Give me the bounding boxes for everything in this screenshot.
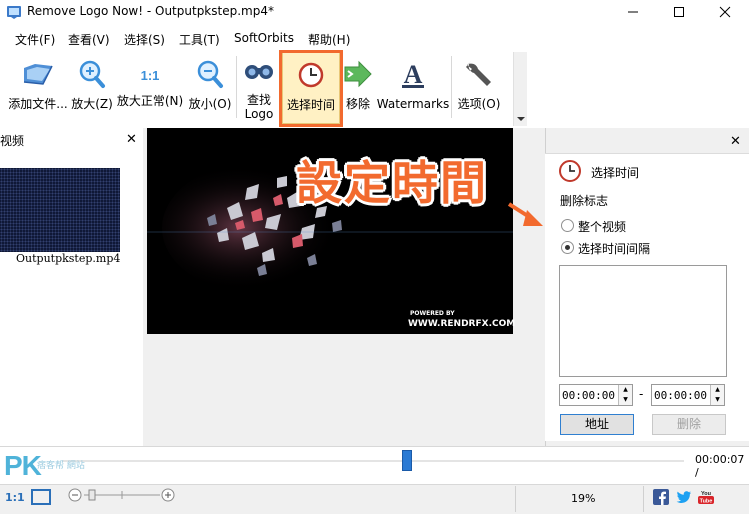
chevron-down-icon	[517, 117, 525, 121]
actual-size-button[interactable]: 1:1	[5, 491, 25, 504]
find-logo-label: 查找 Logo	[244, 93, 274, 121]
video-watermark-label: POWERED BY	[410, 310, 455, 317]
panel-header: 视频	[0, 134, 25, 148]
clock-icon	[559, 160, 581, 182]
zoom-slider[interactable]	[68, 488, 176, 502]
maximize-icon	[674, 7, 684, 17]
add-file-button[interactable]: 添加文件...	[6, 52, 70, 124]
address-button[interactable]: 地址	[560, 414, 634, 435]
timeline-handle[interactable]	[402, 450, 412, 471]
zoom-normal-button[interactable]: 1:1 放大正常(N)	[115, 52, 185, 124]
toolbar: 添加文件... 放大(Z) 1:1 放大正常(N) 放小(O) 查找 Logo	[0, 52, 528, 127]
time-separator: -	[639, 387, 644, 401]
annotation-text: 設定時間	[296, 156, 488, 210]
zoom-percent: 19%	[571, 492, 596, 505]
timeline	[0, 446, 749, 482]
end-time-field[interactable]: 00:00:00 ▲ ▼	[651, 384, 725, 406]
watermark-icon: A	[402, 60, 424, 89]
watermarks-label: Watermarks	[376, 97, 450, 111]
timeline-track[interactable]	[62, 460, 684, 462]
interval-list[interactable]	[559, 265, 727, 377]
video-thumbnail[interactable]	[0, 168, 120, 252]
site-logo: PK	[4, 450, 42, 481]
fit-window-icon[interactable]	[31, 489, 51, 505]
arrow-icon	[344, 60, 372, 88]
radio-time-interval[interactable]	[561, 241, 574, 254]
annotation-arrow-icon	[507, 202, 543, 226]
menu-select[interactable]: 选择(S)	[124, 31, 165, 48]
close-icon	[719, 6, 731, 18]
start-time-stepper[interactable]: ▲ ▼	[618, 385, 632, 405]
video-watermark-site: WWW.RENDRFX.COM	[408, 319, 516, 329]
zoom-normal-label: 放大正常(N)	[116, 94, 184, 108]
zoom-out-icon	[197, 60, 223, 88]
menu-help[interactable]: 帮助(H)	[308, 31, 350, 48]
zoom-in-icon	[79, 60, 105, 88]
svg-text:A: A	[404, 60, 423, 89]
radio-whole-video[interactable]	[561, 219, 574, 232]
menu-softorbits[interactable]: SoftOrbits	[234, 31, 294, 45]
menu-view[interactable]: 查看(V)	[68, 31, 110, 48]
end-time-stepper[interactable]: ▲ ▼	[710, 385, 724, 405]
menu-file[interactable]: 文件(F)	[15, 31, 55, 48]
youtube-icon[interactable]: You Tube	[697, 489, 715, 505]
end-time-value: 00:00:00	[654, 389, 707, 402]
close-icon[interactable]: ✕	[730, 134, 741, 149]
highlight-box	[279, 50, 343, 127]
wrench-icon	[466, 61, 491, 86]
radio-time-interval-label: 选择时间间隔	[578, 242, 651, 256]
zoom-in-button[interactable]: 放大(Z)	[70, 52, 114, 124]
delete-button[interactable]: 删除	[652, 414, 726, 435]
start-time-field[interactable]: 00:00:00 ▲ ▼	[559, 384, 633, 406]
options-button[interactable]: 选项(O)	[454, 52, 504, 124]
status-divider	[515, 486, 516, 512]
radio-whole-video-label: 整个视频	[578, 220, 627, 234]
time-readout: 00:00:07 /	[695, 453, 745, 479]
status-divider	[643, 486, 644, 512]
maximize-button[interactable]	[656, 0, 702, 24]
binoculars-icon	[245, 65, 273, 79]
start-time-value: 00:00:00	[562, 389, 615, 402]
remove-label: 移除	[345, 97, 370, 111]
svg-text:Tube: Tube	[700, 499, 713, 505]
close-button[interactable]	[702, 0, 748, 24]
close-icon[interactable]: ✕	[126, 132, 137, 147]
options-label: 选项(O)	[457, 97, 501, 111]
svg-text:1:1: 1:1	[141, 68, 160, 83]
zoom-normal-icon: 1:1	[141, 68, 160, 83]
menu-tools[interactable]: 工具(T)	[179, 31, 220, 48]
zoom-in-label: 放大(Z)	[71, 97, 113, 111]
twitter-icon[interactable]	[676, 489, 692, 505]
toolbar-separator	[451, 56, 452, 118]
zoom-out-button[interactable]: 放小(O)	[186, 52, 234, 124]
toolbar-separator	[236, 56, 237, 118]
panel-title: 选择时间	[591, 166, 640, 180]
minimize-button[interactable]	[610, 0, 656, 24]
remove-button[interactable]: 移除	[341, 52, 375, 124]
menu-bar: 文件(F) 查看(V) 选择(S) 工具(T) SoftOrbits 帮助(H)	[0, 28, 749, 50]
watermarks-button[interactable]: A Watermarks	[376, 52, 450, 124]
title-bar: Remove Logo Now! - Outputpkstep.mp4*	[0, 0, 749, 24]
find-logo-button[interactable]: 查找 Logo	[236, 52, 282, 124]
thumbnail-caption: Outputpkstep.mp4	[16, 252, 121, 265]
add-file-icon	[23, 64, 53, 85]
add-file-label: 添加文件...	[8, 97, 68, 111]
minimize-icon	[628, 11, 638, 13]
zoom-out-label: 放小(O)	[188, 97, 232, 111]
toolbar-overflow[interactable]	[513, 52, 527, 126]
site-logo-subtitle: 痞客帮 網站	[37, 461, 85, 471]
facebook-icon[interactable]	[653, 489, 669, 505]
panel-subtitle: 删除标志	[560, 194, 609, 208]
app-icon	[7, 6, 21, 19]
window-title: Remove Logo Now! - Outputpkstep.mp4*	[27, 4, 274, 18]
